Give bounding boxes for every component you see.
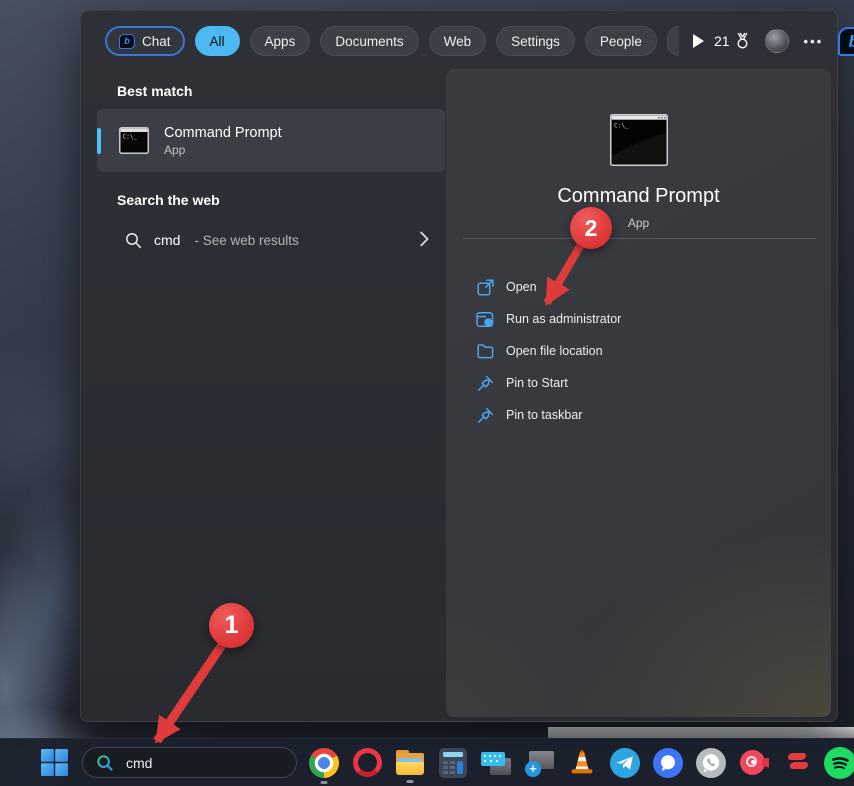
- detail-subtitle: App: [446, 216, 831, 230]
- chevron-right-icon: [420, 231, 429, 247]
- opera-icon: [353, 748, 382, 777]
- folder-icon: [476, 343, 494, 359]
- windows-logo-icon: [40, 748, 69, 777]
- action-run-as-administrator[interactable]: Run as administrator: [446, 303, 831, 335]
- divider: [463, 238, 816, 239]
- action-pin-to-start[interactable]: Pin to Start: [446, 367, 831, 399]
- desktop: b Chat All Apps Documents Web Settings P…: [0, 0, 854, 786]
- running-indicator: [321, 781, 328, 784]
- bing-chat-icon: b: [119, 34, 135, 49]
- tab-chat-label: Chat: [142, 34, 171, 49]
- best-match-subtitle: App: [164, 143, 282, 157]
- annotation-badge-1: 1: [209, 603, 254, 648]
- pin-icon: [476, 375, 494, 392]
- search-tab-bar: b Chat All Apps Documents Web Settings P…: [105, 25, 825, 57]
- user-avatar[interactable]: [765, 29, 789, 53]
- tab-settings[interactable]: Settings: [496, 26, 575, 56]
- svg-text:C:\_: C:\_: [123, 134, 138, 141]
- magnifier-tool-icon: +: [523, 748, 555, 778]
- action-open[interactable]: Open: [446, 271, 831, 303]
- taskbar-icon-spotify[interactable]: [824, 747, 854, 779]
- start-button[interactable]: [38, 747, 70, 779]
- taskbar-icon-magnifier[interactable]: +: [523, 747, 555, 779]
- action-pin-to-taskbar[interactable]: Pin to taskbar: [446, 399, 831, 431]
- taskbar-icon-touch-keyboard[interactable]: [480, 747, 512, 779]
- tab-all[interactable]: All: [195, 26, 240, 56]
- background-window-strip: [548, 727, 854, 738]
- taskbar-search-box[interactable]: cmd: [82, 747, 297, 778]
- result-detail-panel: C:\_ Command Prompt App Open: [446, 69, 831, 717]
- annotation-badge-2: 2: [570, 207, 612, 249]
- search-icon: [125, 232, 142, 249]
- tab-chat[interactable]: b Chat: [105, 26, 185, 56]
- chrome-icon: [309, 748, 339, 778]
- vlc-icon: [567, 748, 597, 778]
- taskbar-icon-chrome[interactable]: [308, 747, 340, 779]
- rewards-counter[interactable]: 21: [714, 32, 750, 50]
- taskbar-icon-screen-recorder[interactable]: [738, 747, 770, 779]
- tab-documents[interactable]: Documents: [320, 26, 418, 56]
- taskbar-search-value: cmd: [126, 755, 152, 771]
- search-flyout: b Chat All Apps Documents Web Settings P…: [80, 10, 838, 722]
- command-prompt-icon: C:\_: [119, 127, 149, 154]
- action-open-file-location[interactable]: Open file location: [446, 335, 831, 367]
- taskbar-icon-whatsapp[interactable]: [695, 747, 727, 779]
- tab-web[interactable]: Web: [429, 26, 487, 56]
- telegram-icon: [610, 748, 640, 778]
- best-match-heading: Best match: [117, 83, 192, 99]
- touch-keyboard-icon: [480, 748, 512, 778]
- svg-text:C:\_: C:\_: [614, 123, 629, 130]
- taskbar-icon-red-stack-app[interactable]: [781, 747, 813, 779]
- play-icon[interactable]: [693, 34, 704, 48]
- selection-accent-bar: [97, 128, 101, 154]
- signal-icon: [653, 748, 683, 778]
- tab-people[interactable]: People: [585, 26, 657, 56]
- spotify-icon: [824, 747, 854, 779]
- taskbar-icon-calculator[interactable]: [437, 747, 469, 779]
- run-as-admin-icon: [476, 311, 494, 328]
- calculator-icon: [439, 748, 467, 778]
- tab-bar-right-cluster: 21 ••• b: [714, 27, 854, 56]
- file-explorer-icon: [394, 749, 426, 776]
- tab-partial: [667, 26, 679, 56]
- taskbar-icon-signal[interactable]: [652, 747, 684, 779]
- tab-apps[interactable]: Apps: [250, 26, 311, 56]
- running-indicator: [407, 780, 414, 783]
- web-search-result[interactable]: cmd - See web results: [97, 217, 445, 263]
- web-result-suffix: - See web results: [194, 233, 298, 248]
- command-prompt-large-icon: C:\_: [610, 114, 668, 166]
- taskbar-icon-file-explorer[interactable]: [394, 747, 426, 779]
- open-external-icon: [476, 279, 494, 296]
- red-stack-icon: [782, 748, 812, 778]
- search-icon: [96, 754, 114, 772]
- web-query: cmd: [154, 232, 180, 248]
- pin-icon: [476, 407, 494, 424]
- taskbar-icon-telegram[interactable]: [609, 747, 641, 779]
- best-match-title: Command Prompt: [164, 125, 282, 141]
- action-list: Open Run as administrator: [446, 271, 831, 431]
- web-search-heading: Search the web: [117, 192, 220, 208]
- best-match-result[interactable]: C:\_ Command Prompt App: [97, 109, 445, 172]
- whatsapp-icon: [696, 748, 726, 778]
- bing-logo-icon[interactable]: b: [838, 27, 854, 56]
- medal-icon: [735, 32, 750, 50]
- taskbar: cmd +: [0, 738, 854, 786]
- taskbar-icon-vlc[interactable]: [566, 747, 598, 779]
- more-options-icon[interactable]: •••: [804, 34, 824, 49]
- taskbar-icon-opera[interactable]: [351, 747, 383, 779]
- detail-title: Command Prompt: [446, 185, 831, 208]
- screen-recorder-icon: [738, 748, 770, 778]
- rewards-count: 21: [714, 33, 730, 49]
